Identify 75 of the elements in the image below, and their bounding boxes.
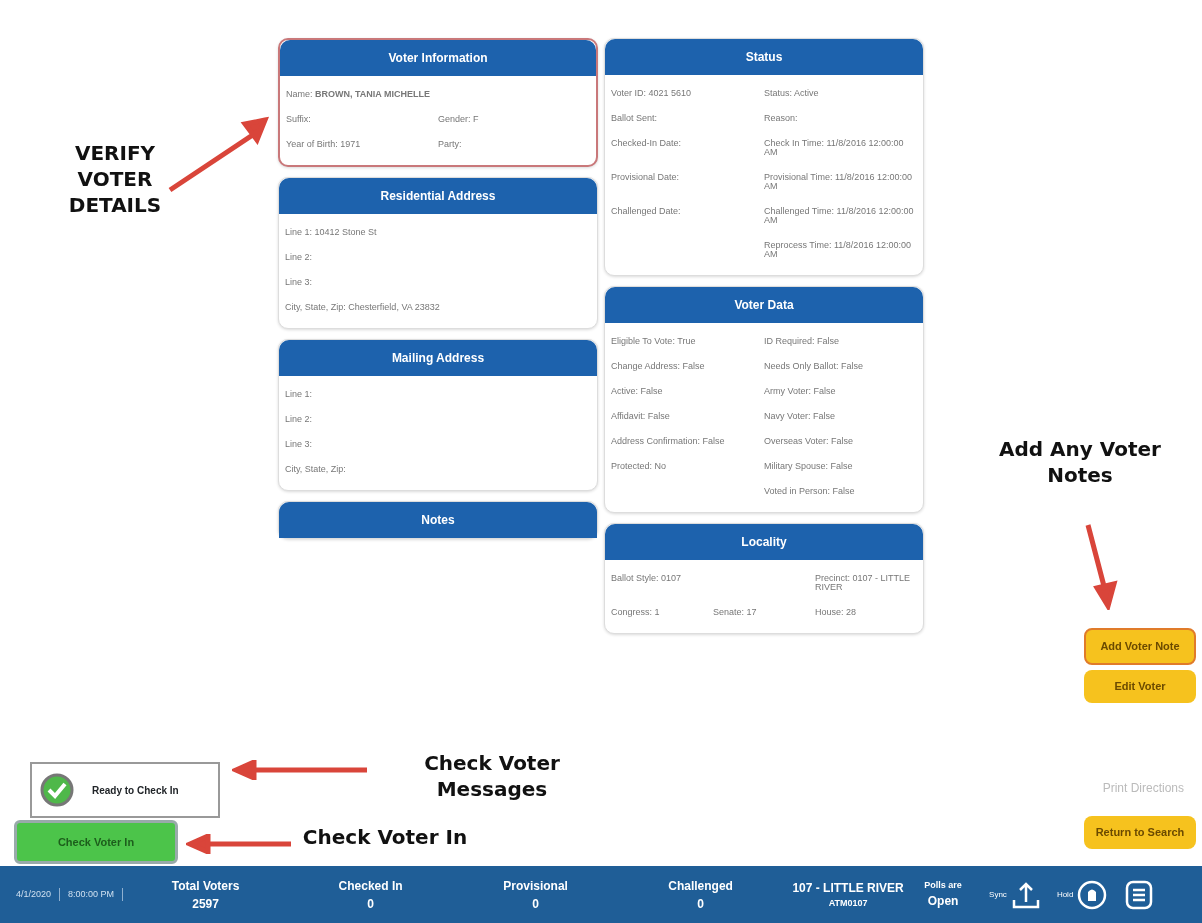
field-text: Military Spouse: False (764, 462, 854, 471)
field-text: Precinct: 0107 - LITTLE RIVER (815, 574, 912, 592)
field-text: Provisional Time: 11/8/2016 12:00:00 AM (764, 173, 913, 191)
callout-text: VERIFY VOTER DETAILS (67, 140, 163, 218)
field-text: Check In Time: 11/8/2016 12:00:00 AM (764, 139, 905, 157)
stat-label: Total Voters (170, 877, 241, 895)
field-text: Overseas Voter: False (764, 437, 855, 446)
field-text: City, State, Zip: (285, 465, 347, 474)
field-text: Line 1: (285, 390, 314, 399)
callout-text: Add Any Voter Notes (998, 436, 1162, 488)
card-header: Voter Information (280, 40, 596, 76)
return-to-search-button[interactable]: Return to Search (1084, 816, 1196, 849)
field-text: Reason: (764, 114, 799, 123)
stat-label: Challenged (667, 877, 734, 895)
stat-value: 0 (696, 895, 705, 913)
field-text: Army Voter: False (764, 387, 837, 396)
field-text: Year of Birth: 1971 (286, 140, 362, 149)
field-text: Party: (438, 140, 463, 149)
field-text: Challenged Time: 11/8/2016 12:00:00 AM (764, 207, 915, 225)
field-text: Senate: 17 (713, 608, 758, 617)
card-header: Locality (605, 524, 923, 560)
field-text: Change Address: False (611, 362, 706, 371)
field-text: Ballot Style: 0107 (611, 574, 683, 585)
card-header: Voter Data (605, 287, 923, 323)
field-text: Reprocess Time: 11/8/2016 12:00:00 AM (764, 241, 912, 259)
field-text: Congress: 1 (611, 608, 661, 617)
callout-text: Check Voter Messages (423, 750, 561, 802)
field-text: Suffix: (286, 115, 312, 124)
stat-label: Checked In (337, 877, 404, 895)
location-name: 107 - LITTLE RIVER (791, 879, 905, 897)
polls-status: Open (926, 893, 960, 911)
field-text: House: 28 (815, 608, 858, 617)
field-text: Challenged Date: (611, 207, 682, 218)
field-text: City, State, Zip: Chesterfield, VA 23832 (285, 303, 441, 312)
callout-text: Check Voter In (301, 824, 469, 850)
field-text: Navy Voter: False (764, 412, 837, 421)
stat-value: 2597 (191, 895, 220, 913)
icon-label: Sync (989, 888, 1007, 901)
field-text: Name: BROWN, TANIA MICHELLE (286, 90, 431, 99)
field-text: Ballot Sent: (611, 114, 659, 123)
field-text: Address Confirmation: False (611, 437, 726, 446)
check-in-button[interactable]: Check Voter In (14, 820, 178, 864)
message-text: Ready to Check In (92, 783, 179, 798)
field-text: Line 1: 10412 Stone St (285, 228, 378, 237)
card-header: Residential Address (279, 178, 597, 214)
status-date: 4/1/2020 (8, 887, 61, 902)
field-text: Protected: No (611, 462, 668, 471)
field-text: Line 2: (285, 415, 314, 424)
field-text: Active: False (611, 387, 664, 396)
field-text: Voted in Person: False (764, 487, 856, 496)
menu-icon[interactable] (1125, 879, 1154, 910)
stat-label: Provisional (502, 877, 569, 895)
status-time: 8:00:00 PM (60, 887, 124, 902)
card-header: Mailing Address (279, 340, 597, 376)
field-text: Eligible To Vote: True (611, 337, 697, 346)
field-text: Line 3: (285, 278, 314, 287)
side-button[interactable]: Add Voter Note (1084, 628, 1196, 665)
field-text: Affidavit: False (611, 412, 671, 421)
field-text: Line 3: (285, 440, 314, 449)
field-text: Status: Active (764, 89, 820, 98)
card-header: Notes (279, 502, 597, 538)
icon-label: Hold (1056, 888, 1074, 901)
card-header: Status (605, 39, 923, 75)
field-text: ID Required: False (764, 337, 841, 346)
field-text: Voter ID: 4021 5610 (611, 89, 693, 98)
field-text: Gender: F (438, 115, 480, 124)
field-text: Checked-In Date: (611, 139, 683, 150)
side-button[interactable]: Edit Voter (1084, 670, 1196, 703)
polls-label: Polls are (923, 878, 963, 892)
field-text: Needs Only Ballot: False (764, 362, 865, 371)
location-code: ATM0107 (827, 896, 869, 910)
field-text: Line 2: (285, 253, 314, 262)
stat-value: 0 (531, 895, 540, 913)
field-text: Provisional Date: (611, 173, 681, 184)
stat-value: 0 (366, 895, 375, 913)
